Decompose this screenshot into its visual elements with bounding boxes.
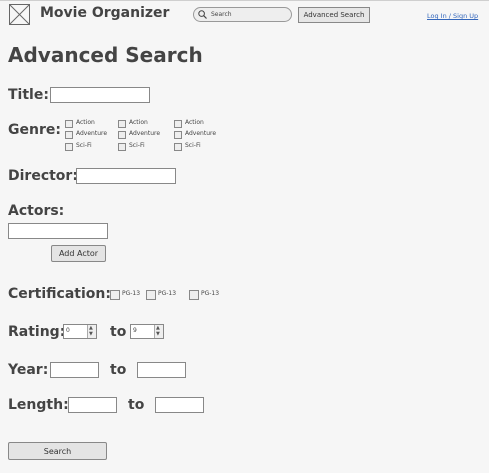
genre-option-label: Adventure (129, 130, 161, 137)
certification-checkbox-1[interactable] (110, 290, 120, 300)
director-label: Director: (8, 168, 78, 184)
year-label: Year: (8, 362, 49, 378)
length-to-input[interactable] (155, 397, 204, 413)
rating-to-value: 9 (133, 327, 137, 334)
certification-option-label: PG-13 (122, 290, 141, 297)
genre-checkbox-action-1[interactable] (65, 120, 73, 128)
director-input[interactable] (76, 168, 176, 184)
advanced-search-button[interactable]: Advanced Search (298, 7, 370, 23)
genre-option-label: Adventure (76, 130, 108, 137)
genre-option-label: Sci-Fi (76, 142, 92, 149)
to-label: to (110, 362, 127, 378)
actors-label: Actors: (8, 203, 65, 219)
add-actor-button[interactable]: Add Actor (51, 245, 106, 262)
page-title: Advanced Search (8, 43, 203, 67)
to-label: to (110, 324, 127, 340)
search-icon (198, 10, 207, 19)
title-label: Title: (8, 87, 49, 103)
app-title: Movie Organizer (40, 5, 170, 21)
year-from-input[interactable] (50, 362, 99, 378)
logo-placeholder-icon (9, 4, 30, 25)
stepper-arrows[interactable]: ▲ ▼ (154, 325, 163, 338)
rating-from-stepper[interactable]: 0 ▲ ▼ (63, 324, 97, 339)
top-border (0, 0, 489, 1)
certification-checkbox-3[interactable] (189, 290, 199, 300)
certification-option-label: PG-13 (158, 290, 177, 297)
search-input[interactable] (211, 9, 287, 20)
genre-checkbox-action-2[interactable] (118, 120, 126, 128)
genre-checkbox-adventure-2[interactable] (118, 131, 126, 139)
login-signup-link[interactable]: Log In / Sign Up (427, 12, 478, 20)
search-box[interactable] (193, 7, 292, 22)
certification-checkbox-2[interactable] (146, 290, 156, 300)
genre-option-label: Action (76, 119, 95, 126)
genre-checkbox-scifi-3[interactable] (174, 143, 182, 151)
actor-input[interactable] (8, 223, 108, 239)
to-label: to (128, 397, 145, 413)
genre-checkbox-adventure-3[interactable] (174, 131, 182, 139)
search-button[interactable]: Search (8, 442, 107, 460)
length-label: Length: (8, 397, 69, 413)
rating-label: Rating: (8, 324, 66, 340)
rating-from-value: 0 (66, 327, 70, 334)
genre-option-label: Sci-Fi (185, 142, 201, 149)
genre-option-label: Adventure (185, 130, 217, 137)
title-input[interactable] (50, 87, 150, 103)
length-from-input[interactable] (68, 397, 117, 413)
genre-label: Genre: (8, 122, 61, 138)
genre-checkbox-adventure-1[interactable] (65, 131, 73, 139)
certification-label: Certification: (8, 286, 111, 302)
rating-to-stepper[interactable]: 9 ▲ ▼ (130, 324, 164, 339)
year-to-input[interactable] (137, 362, 186, 378)
genre-checkbox-scifi-2[interactable] (118, 143, 126, 151)
genre-checkbox-scifi-1[interactable] (65, 143, 73, 151)
stepper-arrows[interactable]: ▲ ▼ (87, 325, 96, 338)
genre-option-label: Sci-Fi (129, 142, 145, 149)
down-arrow-icon[interactable]: ▼ (89, 332, 93, 337)
genre-option-label: Action (185, 119, 204, 126)
certification-option-label: PG-13 (201, 290, 220, 297)
genre-checkbox-action-3[interactable] (174, 120, 182, 128)
down-arrow-icon[interactable]: ▼ (156, 332, 160, 337)
genre-option-label: Action (129, 119, 148, 126)
